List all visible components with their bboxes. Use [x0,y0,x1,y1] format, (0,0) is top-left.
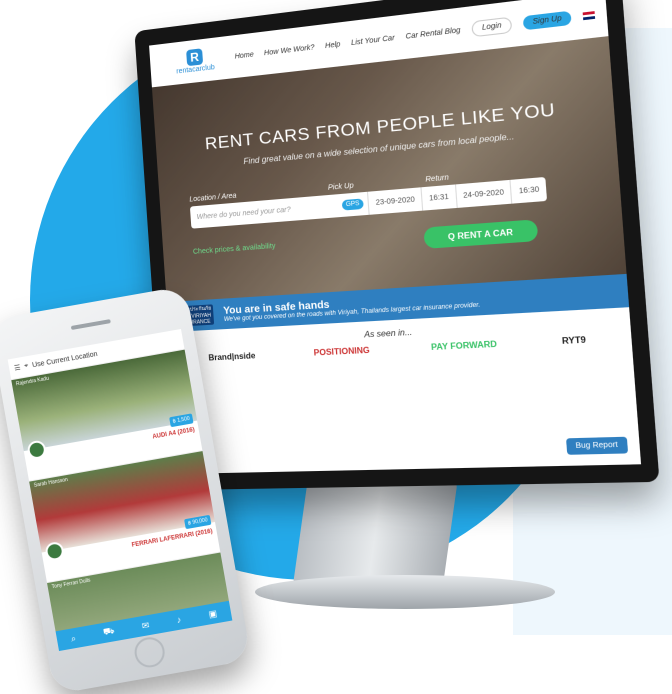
nav-home[interactable]: Home [234,51,254,60]
gps-button[interactable]: GPS [341,198,365,211]
press-logo: POSITIONING [313,345,370,358]
pickup-time[interactable]: 16:31 [420,184,457,211]
rent-a-car-button[interactable]: Q RENT A CAR [423,219,539,249]
press-logo: RYT9 [561,335,587,347]
press-logo: PAY FORWARD [430,339,498,353]
pickup-date[interactable]: 23-09-2020 [367,187,423,215]
nav-help[interactable]: Help [325,41,341,50]
menu-icon[interactable]: ☰ [14,363,21,372]
monitor-base [255,575,555,609]
bug-report-button[interactable]: Bug Report [565,436,629,455]
gift-icon[interactable]: ▣ [208,608,218,620]
car-icon[interactable]: ⛟ [102,625,115,639]
notification-bell-icon[interactable]: ♪ [176,614,182,625]
search-bar: Where do you need your car? GPS 23-09-20… [189,176,548,229]
monitor: R rentacarclub Home How We Work? Help Li… [134,0,660,491]
website-screen: R rentacarclub Home How We Work? Help Li… [149,0,642,474]
logo-icon: R [186,48,204,67]
home-button[interactable] [132,634,168,670]
return-label: Return [425,174,450,184]
location-input[interactable]: Where do you need your car? [190,202,342,221]
search-icon[interactable]: ⌕ [70,632,77,644]
nav-car-rental-blog[interactable]: Car Rental Blog [405,26,460,40]
logo[interactable]: R rentacarclub [159,45,230,77]
check-note: Check prices & availability [192,242,276,256]
location-icon: ⌖ [23,362,29,370]
nav-how-we-work[interactable]: How We Work? [264,44,315,57]
return-time[interactable]: 16:30 [509,176,548,204]
car-name: AUDI A4 (2016) [152,427,196,441]
monitor-stand [292,480,458,590]
pickup-label: Pick Up [327,182,354,192]
chat-icon[interactable]: ✉ [141,620,150,632]
nav-list-your-car[interactable]: List Your Car [351,34,395,46]
location-label: Location / Area [189,192,237,204]
phone-screen: ☰ ⌖ Use Current Location Rajendra Kadu ฿… [7,328,233,652]
login-button[interactable]: Login [471,16,513,37]
signup-button[interactable]: Sign Up [522,10,572,30]
phone-speaker [70,319,111,330]
return-date[interactable]: 24-09-2020 [454,179,512,209]
press-logo: Brand|nside [208,351,256,363]
logo-text: rentacarclub [176,64,216,76]
uk-flag-icon[interactable] [582,10,596,20]
